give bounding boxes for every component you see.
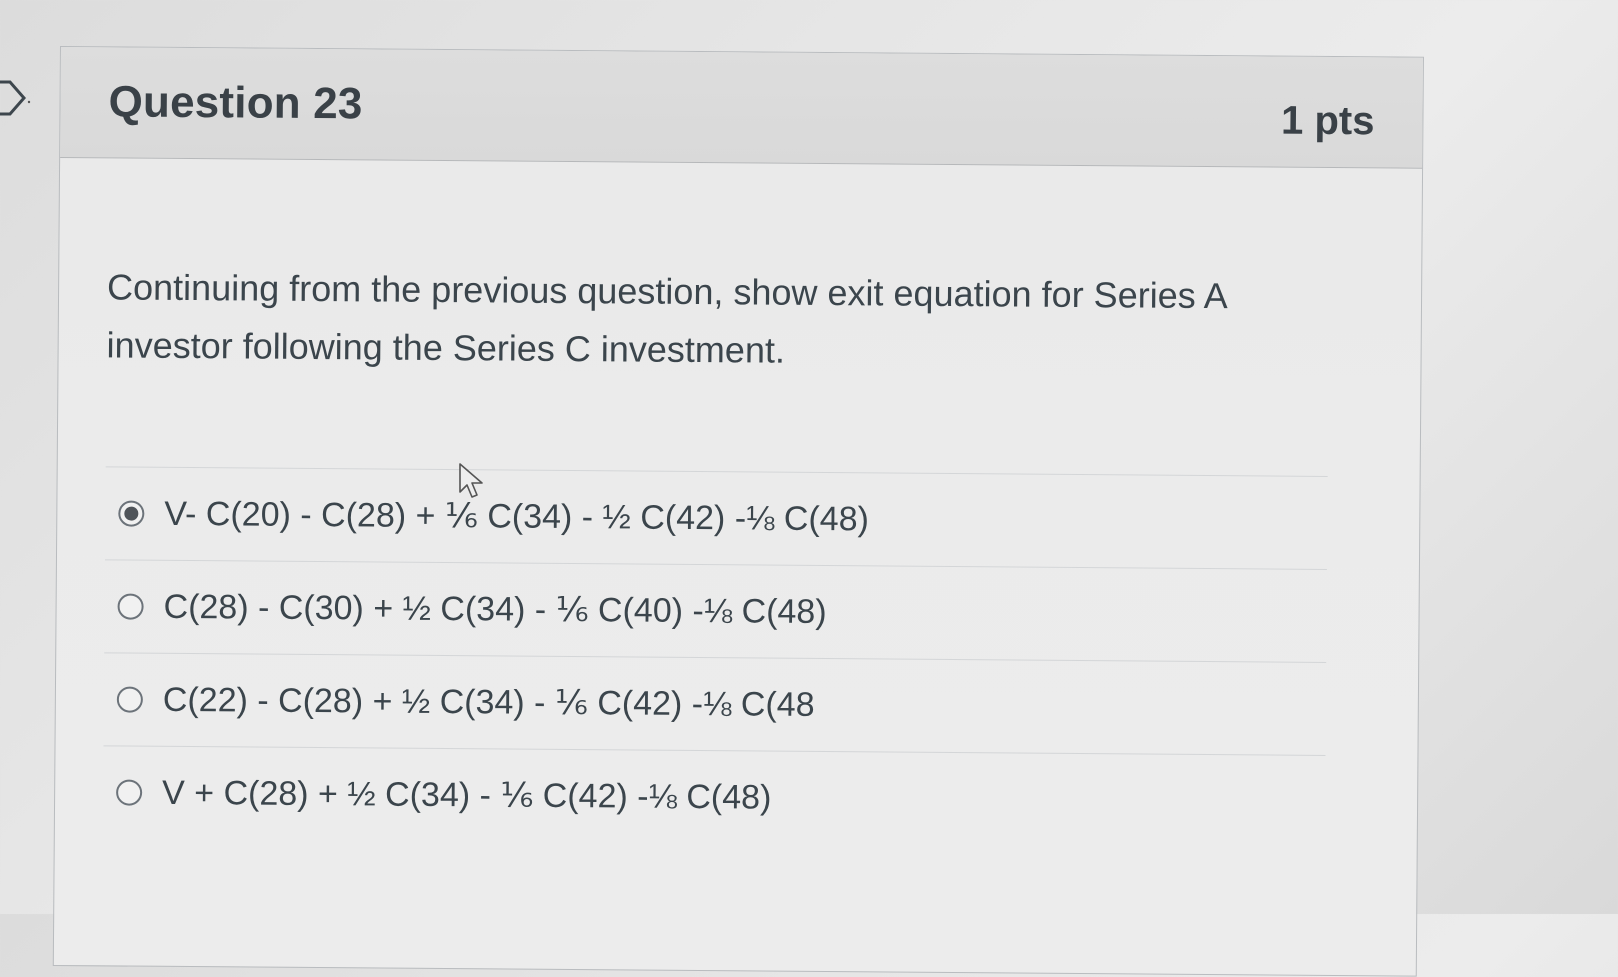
answer-label: V + C(28) + ½ C(34) - ⅙ C(42) -⅛ C(48) [161, 773, 772, 817]
question-points: 1 pts [1280, 98, 1375, 144]
question-card: Question 23 1 pts Continuing from the pr… [52, 46, 1424, 977]
answer-label: C(22) - C(28) + ½ C(34) - ⅙ C(42) -⅛ C(4… [162, 680, 815, 724]
answer-option-3[interactable]: C(22) - C(28) + ½ C(34) - ⅙ C(42) -⅛ C(4… [103, 652, 1327, 755]
radio-selected-icon[interactable] [118, 500, 145, 527]
answer-label: V- C(20) - C(28) + ⅙ C(34) - ½ C(42) -⅛ … [164, 494, 870, 539]
flag-outline-icon[interactable] [0, 78, 32, 118]
question-text: Continuing from the previous question, s… [106, 266, 1226, 371]
question-header: Question 23 1 pts [60, 47, 1423, 169]
question-title: Question 23 [108, 77, 363, 129]
radio-unselected-icon[interactable] [116, 779, 143, 806]
answer-option-1[interactable]: V- C(20) - C(28) + ⅙ C(34) - ½ C(42) -⅛ … [104, 466, 1328, 569]
answer-label: C(28) - C(30) + ½ C(34) - ⅙ C(40) -⅛ C(4… [163, 587, 827, 632]
answer-option-4[interactable]: V + C(28) + ½ C(34) - ⅙ C(42) -⅛ C(48) [102, 745, 1326, 848]
question-body: Continuing from the previous question, s… [55, 158, 1422, 849]
answer-list: V- C(20) - C(28) + ⅙ C(34) - ½ C(42) -⅛ … [102, 466, 1328, 848]
radio-unselected-icon[interactable] [117, 593, 144, 620]
answer-option-2[interactable]: C(28) - C(30) + ½ C(34) - ⅙ C(40) -⅛ C(4… [104, 559, 1327, 662]
radio-unselected-icon[interactable] [116, 686, 143, 713]
